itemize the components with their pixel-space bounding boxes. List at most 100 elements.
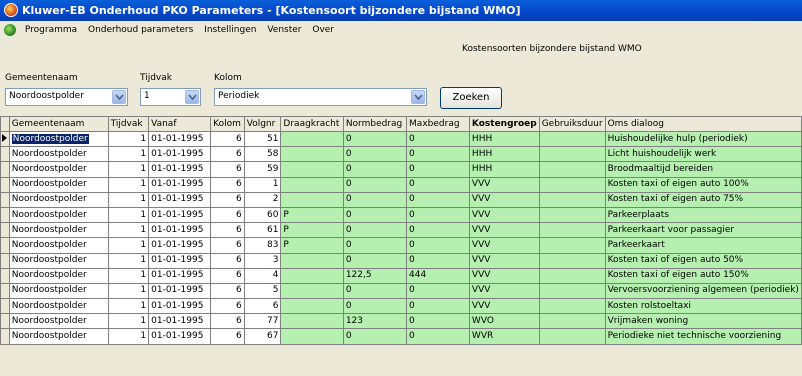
table-row[interactable]: Noordoostpolder 1 01-01-1995 6 60 P 0 0 VVV Parke… xyxy=(0,206,802,224)
cell-kostengroep[interactable]: VVV xyxy=(468,176,540,193)
cell-kostengroep[interactable]: VVV xyxy=(468,237,540,254)
cell-volgnr[interactable]: 77 xyxy=(243,313,282,330)
cell-normbedrag[interactable]: 0 xyxy=(342,206,408,224)
cell-vanaf[interactable]: 01-01-1995 xyxy=(148,237,212,254)
table-row[interactable]: Noordoostpolder 1 01-01-1995 6 5 0 0 VVV Vervoer… xyxy=(0,282,802,300)
cell-kostengroep[interactable]: VVV xyxy=(468,298,540,315)
cell-tijdvak[interactable]: 1 xyxy=(107,130,150,148)
cell-gebruiksduur[interactable] xyxy=(538,206,606,224)
row-indicator[interactable] xyxy=(0,191,10,208)
cell-maxbedrag[interactable]: 0 xyxy=(406,191,470,208)
cell-draagkracht[interactable] xyxy=(280,161,344,178)
cell-normbedrag[interactable]: 0 xyxy=(342,237,408,254)
row-indicator[interactable] xyxy=(0,313,10,330)
cell-kostengroep[interactable]: VVV xyxy=(468,206,540,224)
cell-tijdvak[interactable]: 1 xyxy=(107,267,150,284)
cell-kostengroep[interactable]: VVV xyxy=(468,222,540,239)
cell-volgnr[interactable]: 3 xyxy=(243,252,282,269)
cell-maxbedrag[interactable]: 0 xyxy=(406,146,470,163)
cell-oms-dialoog[interactable]: Licht huishoudelijk werk xyxy=(604,146,802,163)
cell-gebruiksduur[interactable] xyxy=(538,267,606,284)
header-gebruiksduur[interactable]: Gebruiksduur xyxy=(538,116,606,132)
table-row[interactable]: Noordoostpolder 1 01-01-1995 6 83 P 0 0 VVV Parke… xyxy=(0,237,802,254)
cell-gemeentenaam[interactable]: Noordoostpolder xyxy=(8,298,109,315)
cell-gemeentenaam[interactable]: Noordoostpolder xyxy=(8,282,109,300)
cell-vanaf[interactable]: 01-01-1995 xyxy=(148,298,212,315)
cell-vanaf[interactable]: 01-01-1995 xyxy=(148,328,212,345)
cell-tijdvak[interactable]: 1 xyxy=(107,298,150,315)
header-gemeentenaam[interactable]: Gemeentenaam xyxy=(8,116,109,132)
cell-oms-dialoog[interactable]: Kosten taxi of eigen auto 50% xyxy=(604,252,802,269)
cell-gebruiksduur[interactable] xyxy=(538,161,606,178)
cell-volgnr[interactable]: 2 xyxy=(243,191,282,208)
cell-kolom[interactable]: 6 xyxy=(210,298,245,315)
cell-vanaf[interactable]: 01-01-1995 xyxy=(148,313,212,330)
cell-kolom[interactable]: 6 xyxy=(210,267,245,284)
cell-volgnr[interactable]: 83 xyxy=(243,237,282,254)
cell-gemeentenaam[interactable]: Noordoostpolder xyxy=(8,252,109,269)
row-indicator[interactable] xyxy=(0,328,10,345)
gemeentenaam-select[interactable]: Noordoostpolder xyxy=(5,88,128,106)
cell-draagkracht[interactable] xyxy=(280,130,344,148)
cell-gemeentenaam[interactable]: Noordoostpolder xyxy=(8,313,109,330)
cell-maxbedrag[interactable]: 0 xyxy=(406,222,470,239)
cell-vanaf[interactable]: 01-01-1995 xyxy=(148,191,212,208)
menu-onderhoud-parameters[interactable]: Onderhoud parameters xyxy=(84,21,197,40)
table-row[interactable]: Noordoostpolder 1 01-01-1995 6 6 0 0 VVV Kosten … xyxy=(0,298,802,315)
cell-gebruiksduur[interactable] xyxy=(538,191,606,208)
cell-draagkracht[interactable]: P xyxy=(280,237,344,254)
cell-maxbedrag[interactable]: 0 xyxy=(406,206,470,224)
cell-gemeentenaam[interactable]: Noordoostpolder xyxy=(8,206,109,224)
table-row[interactable]: Noordoostpolder 1 01-01-1995 6 58 0 0 HHH Licht … xyxy=(0,146,802,163)
cell-volgnr[interactable]: 5 xyxy=(243,282,282,300)
cell-kolom[interactable]: 6 xyxy=(210,176,245,193)
menu-venster[interactable]: Venster xyxy=(263,21,305,40)
cell-kostengroep[interactable]: HHH xyxy=(468,130,540,148)
cell-oms-dialoog[interactable]: Kosten rolstoeltaxi xyxy=(604,298,802,315)
chevron-down-icon[interactable] xyxy=(112,90,126,104)
cell-gebruiksduur[interactable] xyxy=(538,130,606,148)
cell-kostengroep[interactable]: VVV xyxy=(468,282,540,300)
cell-vanaf[interactable]: 01-01-1995 xyxy=(148,176,212,193)
cell-vanaf[interactable]: 01-01-1995 xyxy=(148,252,212,269)
menu-over[interactable]: Over xyxy=(308,21,338,40)
menu-programma[interactable]: Programma xyxy=(21,21,81,40)
cell-draagkracht[interactable] xyxy=(280,328,344,345)
cell-kolom[interactable]: 6 xyxy=(210,222,245,239)
cell-maxbedrag[interactable]: 0 xyxy=(406,328,470,345)
header-normbedrag[interactable]: Normbedrag xyxy=(342,116,408,132)
chevron-down-icon[interactable] xyxy=(411,90,425,104)
cell-gebruiksduur[interactable] xyxy=(538,282,606,300)
cell-volgnr[interactable]: 58 xyxy=(243,146,282,163)
cell-oms-dialoog[interactable]: Broodmaaltijd bereiden xyxy=(604,161,802,178)
cell-oms-dialoog[interactable]: Kosten taxi of eigen auto 150% xyxy=(604,267,802,284)
cell-volgnr[interactable]: 1 xyxy=(243,176,282,193)
cell-normbedrag[interactable]: 0 xyxy=(342,176,408,193)
cell-gemeentenaam[interactable]: Noordoostpolder xyxy=(8,161,109,178)
row-indicator[interactable] xyxy=(0,282,10,300)
cell-tijdvak[interactable]: 1 xyxy=(107,313,150,330)
cell-maxbedrag[interactable]: 0 xyxy=(406,176,470,193)
cell-tijdvak[interactable]: 1 xyxy=(107,176,150,193)
cell-gebruiksduur[interactable] xyxy=(538,313,606,330)
cell-maxbedrag[interactable]: 444 xyxy=(406,267,470,284)
chevron-down-icon[interactable] xyxy=(185,90,199,104)
cell-volgnr[interactable]: 51 xyxy=(243,130,282,148)
table-row[interactable]: Noordoostpolder 1 01-01-1995 6 77 123 0 WVO Vrij… xyxy=(0,313,802,330)
cell-draagkracht[interactable] xyxy=(280,176,344,193)
table-row[interactable]: Noordoostpolder 1 01-01-1995 6 67 0 0 WVR Period… xyxy=(0,328,802,345)
cell-volgnr[interactable]: 67 xyxy=(243,328,282,345)
row-indicator[interactable] xyxy=(0,222,10,239)
cell-tijdvak[interactable]: 1 xyxy=(107,237,150,254)
document-icon[interactable] xyxy=(4,23,16,36)
header-draagkracht[interactable]: Draagkracht xyxy=(280,116,344,132)
menu-instellingen[interactable]: Instellingen xyxy=(200,21,260,40)
cell-normbedrag[interactable]: 0 xyxy=(342,161,408,178)
cell-gebruiksduur[interactable] xyxy=(538,222,606,239)
cell-tijdvak[interactable]: 1 xyxy=(107,282,150,300)
cell-kolom[interactable]: 6 xyxy=(210,328,245,345)
search-button[interactable]: Zoeken xyxy=(440,87,502,109)
cell-vanaf[interactable]: 01-01-1995 xyxy=(148,161,212,178)
cell-draagkracht[interactable] xyxy=(280,282,344,300)
row-indicator[interactable] xyxy=(0,237,10,254)
